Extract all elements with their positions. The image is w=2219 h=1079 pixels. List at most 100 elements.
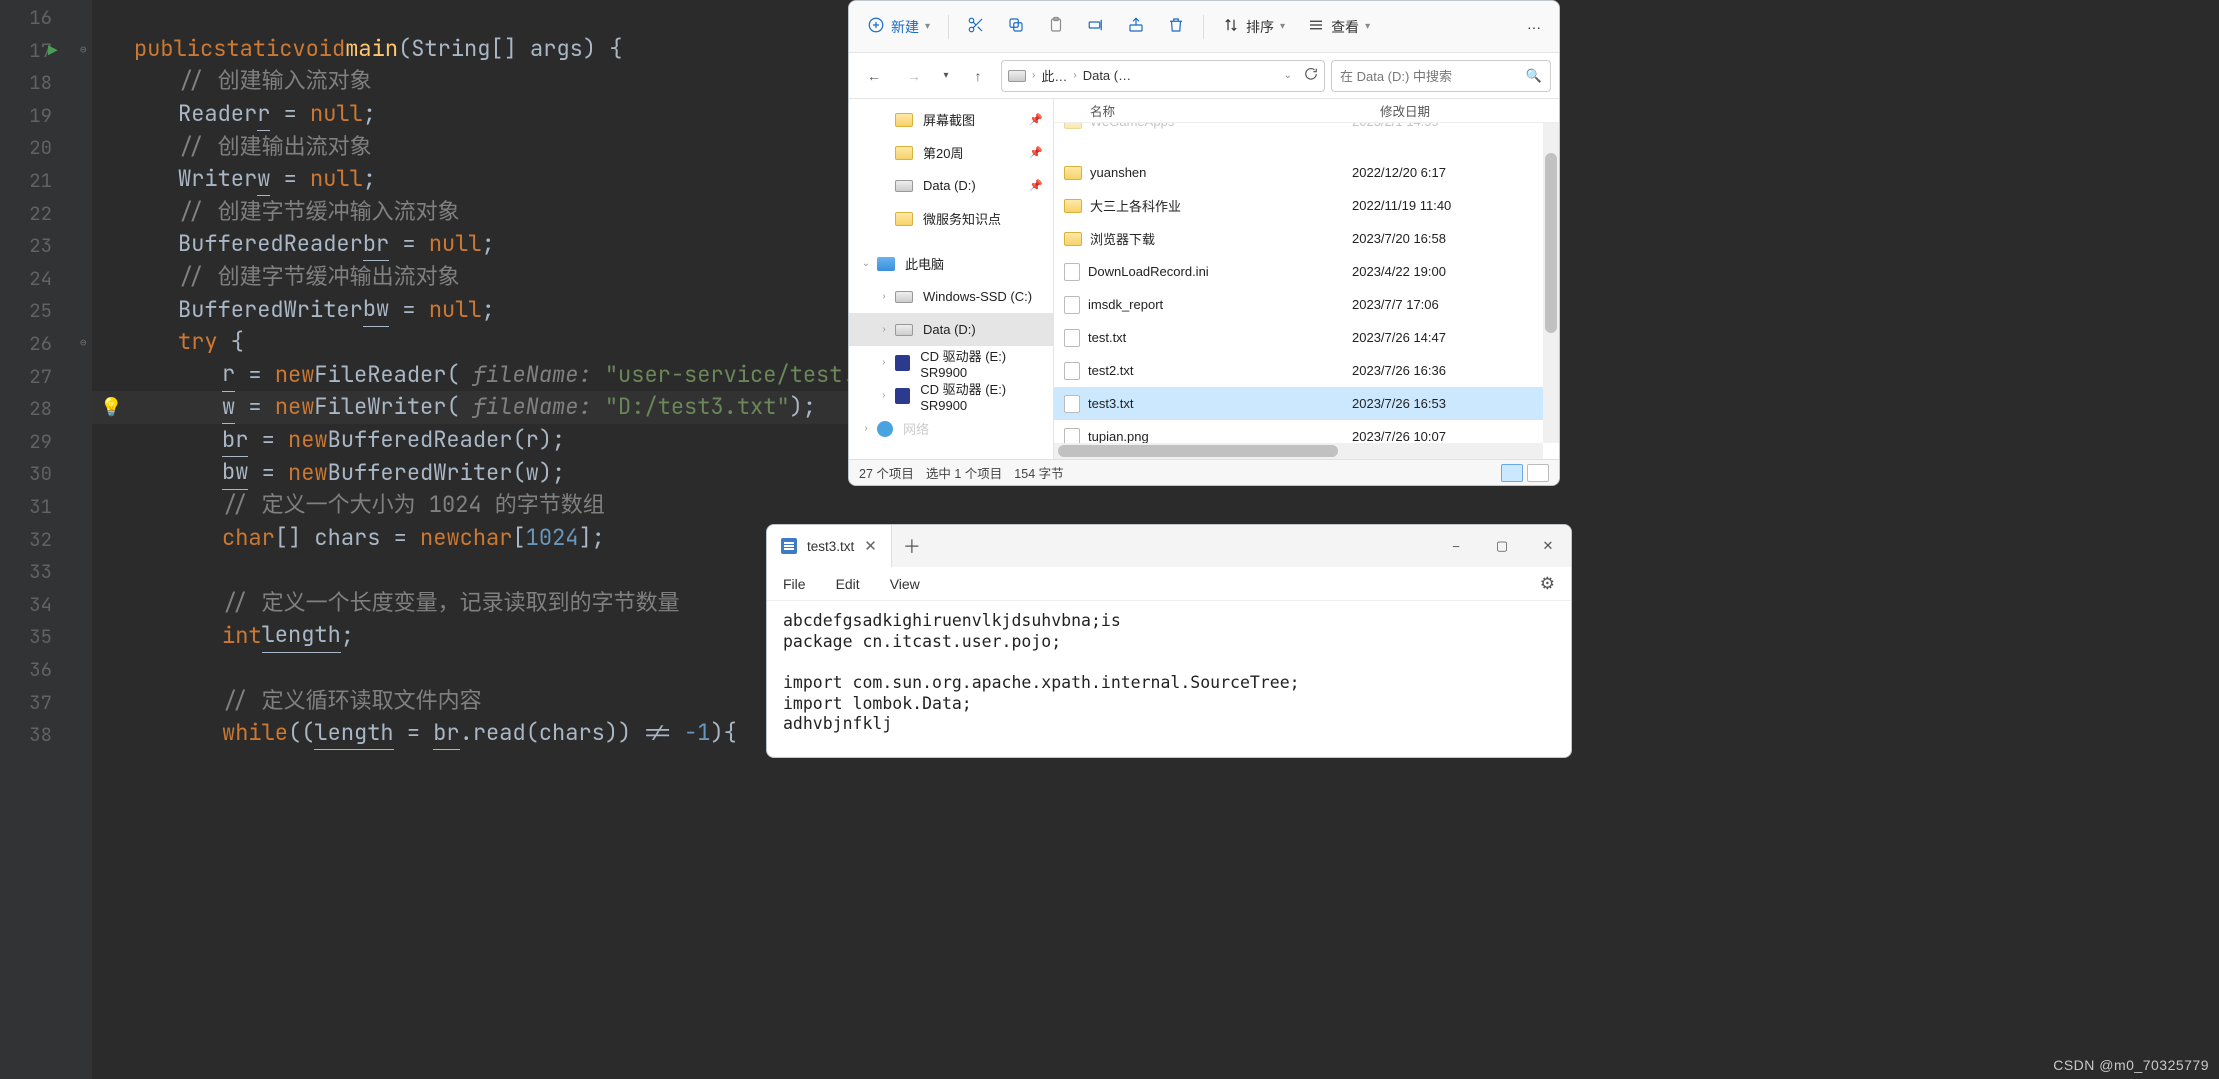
notepad-tab[interactable]: test3.txt ✕ [767, 525, 892, 567]
folder-icon [1064, 199, 1082, 213]
tree-label: Windows-SSD (C:) [923, 289, 1032, 304]
tree-item[interactable]: 微服务知识点 [849, 202, 1053, 235]
tree-label: 第20周 [923, 143, 963, 162]
pin-icon[interactable]: 📌 [1029, 179, 1043, 192]
menu-file[interactable]: File [783, 576, 806, 592]
fold-icon[interactable]: ⊖ [80, 43, 87, 57]
net-icon [877, 421, 893, 437]
file-row[interactable]: test.txt2023/7/26 14:47 [1054, 321, 1543, 354]
more-button[interactable]: ··· [1519, 9, 1549, 45]
item-count: 27 个项目 [859, 463, 914, 482]
cd-icon [895, 388, 911, 404]
file-row[interactable]: WeGameApps2023/2/1 14:59 [1054, 123, 1543, 138]
notepad-content[interactable]: abcdefgsadkighiruenvlkjdsuhvbna;is packa… [767, 601, 1571, 757]
new-button[interactable]: 新建 ▾ [859, 9, 938, 45]
up-button[interactable]: ↑ [961, 59, 995, 93]
column-headers[interactable]: 名称 修改日期 [1054, 99, 1559, 123]
tree-item[interactable]: 屏幕截图📌 [849, 103, 1053, 136]
cut-button[interactable] [959, 9, 993, 45]
col-date[interactable]: 修改日期 [1380, 101, 1559, 120]
file-row[interactable]: test2.txt2023/7/26 16:36 [1054, 354, 1543, 387]
minimize-button[interactable]: − [1433, 525, 1479, 567]
line-number: 29 [12, 429, 52, 454]
gear-icon[interactable]: ⚙ [1540, 574, 1555, 594]
tree-item[interactable]: ›网络 [849, 412, 1053, 445]
pin-icon[interactable]: 📌 [1029, 113, 1043, 126]
rename-button[interactable] [1079, 9, 1113, 45]
view-label: 查看 [1331, 17, 1359, 37]
scissors-icon [967, 16, 985, 37]
file-date: 2023/7/26 16:36 [1352, 363, 1543, 378]
line-number: 25 [12, 298, 52, 323]
horizontal-scrollbar[interactable] [1054, 443, 1543, 459]
sort-button[interactable]: 排序 ▾ [1214, 9, 1293, 45]
file-date: 2023/7/26 16:53 [1352, 396, 1543, 411]
chevron-icon[interactable]: › [877, 291, 891, 302]
notepad-titlebar[interactable]: test3.txt ✕ ＋ − ▢ ✕ [767, 525, 1571, 567]
tree-item[interactable]: ⌄此电脑 [849, 247, 1053, 280]
view-icon [1307, 16, 1325, 37]
tree-item[interactable]: ›Data (D:) [849, 313, 1053, 346]
run-icon[interactable]: ▶ [48, 40, 58, 61]
new-tab-button[interactable]: ＋ [892, 533, 932, 559]
line-number: 38 [12, 722, 52, 747]
recent-button[interactable]: ▾ [937, 59, 955, 93]
tree-item[interactable]: ›CD 驱动器 (E:) SR9900 [849, 346, 1053, 379]
maximize-button[interactable]: ▢ [1479, 525, 1525, 567]
chevron-icon[interactable]: › [859, 423, 873, 434]
cd-icon [895, 355, 911, 371]
tree-item[interactable]: ›CD 驱动器 (E:) SR9900 [849, 379, 1053, 412]
address-bar[interactable]: › 此… › Data (… ⌄ [1001, 60, 1325, 92]
file-row[interactable]: test3.txt2023/7/26 16:53 [1054, 387, 1543, 420]
tree-item[interactable]: Data (D:)📌 [849, 169, 1053, 202]
file-row[interactable]: DownLoadRecord.ini2023/4/22 19:00 [1054, 255, 1543, 288]
copy-button[interactable] [999, 9, 1033, 45]
pin-icon[interactable]: 📌 [1029, 146, 1043, 159]
drive-icon [895, 291, 913, 303]
vertical-scrollbar[interactable] [1543, 123, 1559, 443]
chevron-icon[interactable]: ⌄ [859, 258, 873, 269]
line-number: 27 [12, 364, 52, 389]
refresh-button[interactable] [1304, 67, 1318, 84]
breadcrumb-seg[interactable]: 此… [1041, 66, 1067, 85]
close-button[interactable]: ✕ [1525, 525, 1571, 567]
tab-close-button[interactable]: ✕ [864, 537, 877, 555]
details-view-button[interactable] [1501, 464, 1523, 482]
fold-icon[interactable]: ⊖ [80, 336, 87, 350]
lightbulb-icon[interactable]: 💡 [100, 396, 122, 419]
paste-button[interactable] [1039, 9, 1073, 45]
col-name[interactable]: 名称 [1090, 101, 1380, 120]
tree-item[interactable]: 第20周 📌 [849, 136, 1053, 169]
rename-icon [1087, 16, 1105, 37]
sort-icon [1222, 16, 1240, 37]
file-icon [1064, 329, 1080, 347]
arrow-up-icon: ↑ [975, 68, 982, 84]
line-number: 33 [12, 559, 52, 584]
status-bar: 27 个项目 选中 1 个项目 154 字节 [849, 459, 1559, 485]
file-row[interactable]: yuanshen2022/12/20 6:17 [1054, 156, 1543, 189]
menu-edit[interactable]: Edit [836, 576, 860, 592]
nav-tree[interactable]: 屏幕截图📌第20周📌Data (D:)📌微服务知识点⌄此电脑›Windows-S… [849, 99, 1054, 459]
search-input[interactable]: 在 Data (D:) 中搜索 🔍 [1331, 60, 1551, 92]
view-button[interactable]: 查看 ▾ [1299, 9, 1378, 45]
tree-item[interactable]: › Windows-SSD (C:) [849, 280, 1053, 313]
menu-view[interactable]: View [890, 576, 920, 592]
back-button[interactable]: ← [857, 59, 891, 93]
chevron-icon[interactable]: › [877, 390, 891, 401]
file-name: test.txt [1088, 330, 1126, 345]
forward-button[interactable]: → [897, 59, 931, 93]
file-icon [1064, 263, 1080, 281]
chevron-icon[interactable]: › [877, 357, 891, 368]
file-row[interactable]: 大三上各科作业2022/11/19 11:40 [1054, 189, 1543, 222]
file-row[interactable]: 浏览器下载2023/7/20 16:58 [1054, 222, 1543, 255]
folder-icon [895, 113, 913, 127]
chevron-icon[interactable]: › [877, 324, 891, 335]
clipboard-icon [1047, 16, 1065, 37]
share-button[interactable] [1119, 9, 1153, 45]
file-row[interactable]: imsdk_report2023/7/7 17:06 [1054, 288, 1543, 321]
delete-button[interactable] [1159, 9, 1193, 45]
code-area[interactable]: public static void main(String[] args) {… [134, 0, 848, 717]
thumb-view-button[interactable] [1527, 464, 1549, 482]
breadcrumb-seg[interactable]: Data (… [1083, 68, 1131, 83]
explorer-toolbar: 新建 ▾ 排序 ▾ 查看 ▾ ··· [849, 1, 1559, 53]
